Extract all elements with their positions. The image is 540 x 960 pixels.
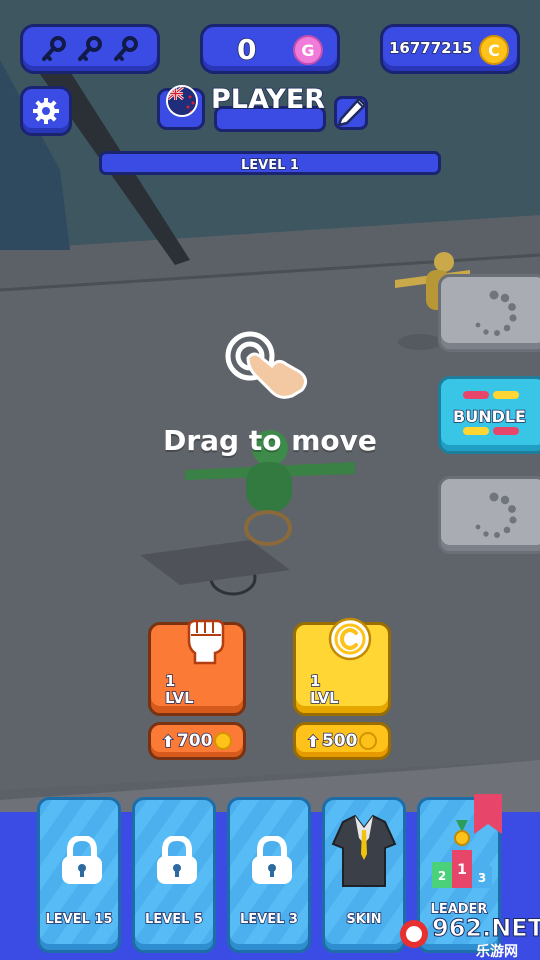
pencil-icon <box>337 97 367 127</box>
gems-count: 0 <box>236 32 257 67</box>
svg-text:2: 2 <box>438 869 446 883</box>
arrow-up-icon: ⬆ <box>306 731 321 752</box>
podium-icon: 1 2 3 <box>432 820 492 888</box>
level-progress-bar: LEVEL 1 <box>99 151 441 175</box>
gem-icon: G <box>293 35 323 65</box>
watermark-subtext: 乐游网 <box>476 943 518 960</box>
tap-hand-icon <box>225 331 307 399</box>
side-offer-loading-top[interactable] <box>438 274 540 352</box>
income-upgrade-card[interactable]: 1 LVL <box>293 617 391 716</box>
coins-counter[interactable]: 16777215 C <box>380 24 520 74</box>
power-upgrade-buy-button[interactable]: ⬆ 700 <box>148 722 246 760</box>
svg-text:3: 3 <box>478 871 486 885</box>
income-level-text: 1 LVL <box>309 672 339 708</box>
power-level-text: 1 LVL <box>164 672 194 708</box>
bundle-offer-button[interactable]: BUNDLE <box>438 376 540 454</box>
lock-icon <box>252 836 292 884</box>
tab-level-5-label: LEVEL 5 <box>144 911 203 928</box>
coin-icon <box>359 732 378 750</box>
bundle-label: BUNDLE <box>452 406 526 427</box>
lock-icon <box>62 836 102 884</box>
coin-icon <box>214 732 233 750</box>
key-icon <box>114 36 138 61</box>
settings-button[interactable] <box>20 86 72 136</box>
level-label: LEVEL 1 <box>240 157 299 174</box>
game-scene[interactable]: 0 G 16777215 C PLAYER LEVEL 1 Drag to mo… <box>0 0 540 960</box>
coin-c-icon <box>328 617 372 661</box>
tab-level-5[interactable]: LEVEL 5 <box>132 797 216 953</box>
fist-icon <box>187 619 225 665</box>
gear-icon <box>33 98 59 124</box>
loading-spinner-icon <box>475 290 517 336</box>
power-upgrade-card[interactable]: 1 LVL <box>148 619 246 716</box>
tab-level-15[interactable]: LEVEL 15 <box>37 797 121 953</box>
key-icon <box>42 36 66 61</box>
site-watermark: 962.NET 乐游网 <box>398 908 540 960</box>
tab-level-3[interactable]: LEVEL 3 <box>227 797 311 953</box>
coins-count: 16777215 <box>388 38 473 58</box>
new-zealand-flag-icon <box>166 85 198 117</box>
income-upgrade-price: 500 <box>321 730 358 752</box>
arrow-up-icon: ⬆ <box>161 731 176 752</box>
tab-skin[interactable]: SKIN <box>322 797 406 953</box>
country-flag-button[interactable] <box>157 85 205 130</box>
lock-icon <box>157 836 197 884</box>
loading-spinner-icon <box>475 492 517 538</box>
edit-name-button[interactable] <box>334 96 368 130</box>
svg-text:1: 1 <box>457 862 467 878</box>
key-icon <box>78 36 102 61</box>
tab-level-3-label: LEVEL 3 <box>239 911 298 928</box>
keys-counter <box>20 24 160 74</box>
player-name: PLAYER <box>210 83 326 116</box>
income-upgrade-buy-button[interactable]: ⬆ 500 <box>293 722 391 760</box>
suit-icon <box>331 814 397 887</box>
power-upgrade-price: 700 <box>176 730 213 752</box>
gems-counter[interactable]: 0 G <box>200 24 340 74</box>
watermark-text: 962.NET <box>432 914 540 942</box>
tab-skin-label: SKIN <box>346 911 383 928</box>
tab-level-15-label: LEVEL 15 <box>45 911 114 928</box>
side-offer-loading-bottom[interactable] <box>438 476 540 554</box>
coin-icon: C <box>479 35 509 65</box>
